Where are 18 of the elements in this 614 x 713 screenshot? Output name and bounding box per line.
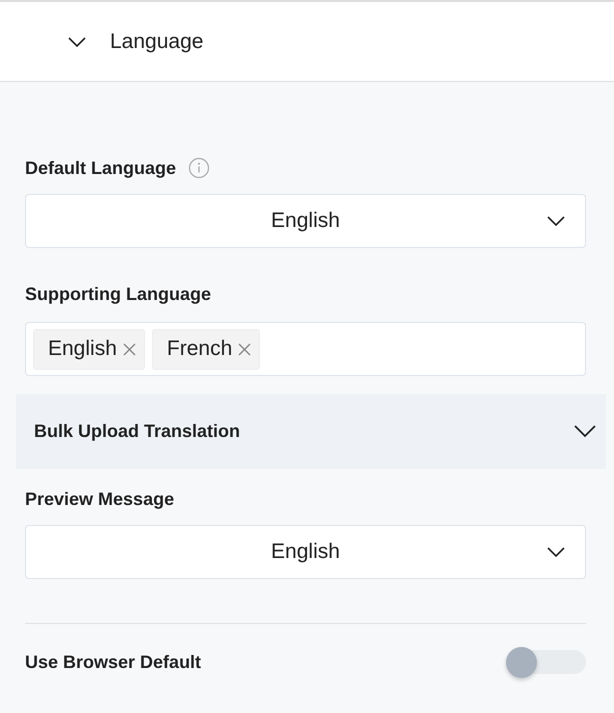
toggle-label: Use Browser Default <box>25 652 202 672</box>
preview-message-select[interactable]: English <box>25 525 586 579</box>
chevron-icon <box>547 547 565 557</box>
language-tag: French <box>152 328 260 370</box>
chevron-icon <box>547 216 565 226</box>
chevron-icon <box>574 425 596 438</box>
section-header[interactable]: Language <box>0 2 614 82</box>
close-icon[interactable] <box>122 342 136 356</box>
field-label: Default Language <box>25 158 176 178</box>
default-language-select[interactable]: English <box>25 194 586 248</box>
field-label: Preview Message <box>25 488 174 510</box>
field-label: Supporting Language <box>25 284 211 304</box>
bulk-upload-panel[interactable]: Bulk Upload Translation <box>16 394 606 469</box>
info-icon <box>188 157 210 179</box>
close-icon[interactable] <box>238 342 252 356</box>
language-tag: English <box>33 328 145 370</box>
tag-input-field[interactable]: English French <box>25 322 586 376</box>
chevron-icon <box>68 36 86 46</box>
